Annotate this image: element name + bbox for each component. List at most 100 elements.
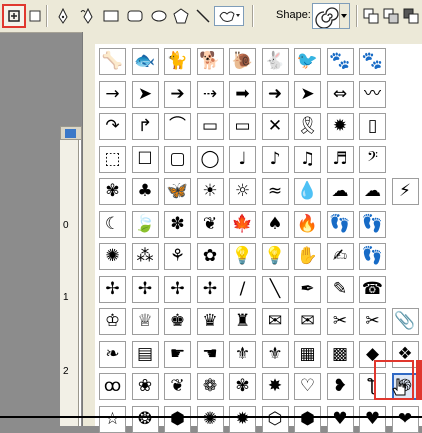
shape-fish[interactable]: 🐟 — [131, 48, 159, 75]
shape-scroll[interactable]: ▯ — [359, 113, 386, 140]
shape-arrow-line[interactable]: ➔ — [164, 80, 191, 108]
shape-crown-small[interactable]: ♔ — [99, 308, 126, 335]
shape-circle-stamp[interactable]: ❂ — [131, 405, 159, 433]
shape-paw-print[interactable]: 🐾 — [326, 48, 354, 75]
shape-banner[interactable]: ▭ — [196, 113, 224, 140]
shape-fern[interactable]: ✾ — [99, 178, 126, 205]
shape-lightbulb-on[interactable]: 💡 — [261, 243, 289, 270]
shape-telephone[interactable]: ☎ — [359, 275, 386, 303]
shape-vine[interactable]: ❦ — [164, 373, 191, 400]
shape-arrow-curved[interactable]: ↷ — [99, 113, 126, 140]
shape-raindrop[interactable]: 💧 — [294, 178, 321, 205]
shape-moon[interactable]: ☾ — [99, 210, 126, 238]
shape-sun-ornate[interactable]: ✺ — [196, 405, 224, 433]
shape-grass-tuft[interactable]: ✿ — [196, 243, 224, 270]
shape-pen-nib[interactable]: ✒ — [294, 275, 321, 303]
shape-seal[interactable]: ✹ — [326, 113, 354, 140]
shape-grass[interactable]: ⁂ — [131, 243, 159, 270]
shape-fire[interactable]: 🔥 — [294, 210, 321, 238]
shape-maple-leaf-thin[interactable]: ✽ — [164, 210, 191, 238]
shape-arrow-double[interactable]: ⇔ — [326, 80, 354, 108]
shape-paw-print-2[interactable]: 🐾 — [359, 48, 386, 75]
shape-waves[interactable]: ≈ — [261, 178, 289, 205]
shape-note-pair[interactable]: ♫ — [294, 145, 321, 173]
shape-wave-line[interactable]: 〰 — [359, 80, 386, 108]
shape-ornament-flourish[interactable]: ✾ — [229, 373, 256, 400]
shape-crown[interactable]: ♕ — [131, 308, 159, 335]
shape-cloud-blob[interactable]: ☁ — [326, 178, 354, 205]
shape-picker-dropdown[interactable] — [312, 3, 350, 29]
shape-floral-ornament[interactable]: ❀ — [131, 373, 159, 400]
shape-hand[interactable]: ✋ — [294, 243, 321, 270]
shape-king-crown[interactable]: ♚ — [164, 308, 191, 335]
custom-shape-tool-icon[interactable] — [214, 6, 244, 26]
shape-bird[interactable]: 🐦 — [294, 48, 321, 75]
shape-circle-badge[interactable]: ⬢ — [164, 405, 191, 433]
shape-note-beamed[interactable]: ♬ — [326, 145, 354, 173]
shape-flower-daisy[interactable]: ❁ — [196, 373, 224, 400]
shape-fleur-de-lis[interactable]: ⚜ — [229, 340, 256, 368]
shape-arrow-notched[interactable]: ➜ — [261, 80, 289, 108]
shape-arrow-thin[interactable]: → — [99, 80, 126, 108]
rectangle-tool-icon[interactable] — [102, 6, 120, 26]
add-to-area-icon[interactable] — [382, 6, 400, 26]
shape-rabbit[interactable]: 🐇 — [261, 48, 289, 75]
polygon-tool-icon[interactable] — [172, 6, 190, 26]
shape-lightning[interactable]: ⚡ — [391, 178, 419, 205]
shape-cloud[interactable]: ☁ — [359, 178, 386, 205]
shape-arrow-turn[interactable]: ↱ — [131, 113, 159, 140]
shape-banner-curved[interactable]: ⌒ — [164, 113, 191, 140]
shape-frame-circle[interactable]: ◯ — [196, 145, 224, 173]
shape-arrow-block[interactable]: ➡ — [229, 80, 256, 108]
pen-tool-icon[interactable] — [54, 6, 72, 26]
shape-scissors[interactable]: ✂ — [326, 308, 354, 335]
shape-shield[interactable]: ⬢ — [294, 405, 321, 433]
shape-brush[interactable]: ╲ — [261, 275, 289, 303]
shape-right-hand[interactable]: ✍ — [326, 243, 354, 270]
shape-puzzle-piece-4[interactable]: ✢ — [196, 275, 224, 303]
ellipse-tool-icon[interactable] — [150, 6, 168, 26]
shape-paperclip[interactable]: 📎 — [391, 308, 419, 335]
shape-diamond[interactable]: ❤ — [391, 405, 419, 433]
shape-pencil[interactable]: / — [229, 275, 256, 303]
shape-leaf[interactable]: 🍃 — [131, 210, 159, 238]
rounded-rectangle-tool-icon[interactable] — [126, 6, 144, 26]
shape-clover[interactable]: ♣ — [131, 178, 159, 205]
shape-clef-bass[interactable]: 𝄢 — [359, 145, 386, 173]
shape-tree[interactable]: ♠ — [261, 210, 289, 238]
shape-footprint[interactable]: 👣 — [326, 210, 354, 238]
shape-star[interactable]: ☆ — [99, 405, 126, 433]
line-tool-icon[interactable] — [194, 6, 212, 26]
shape-sun-burst[interactable]: ☀ — [196, 178, 224, 205]
shape-tile-pattern[interactable]: ▦ — [294, 340, 321, 368]
shape-grass-blade[interactable]: ⚘ — [164, 243, 191, 270]
shape-puzzle-piece[interactable]: ✢ — [99, 275, 126, 303]
shape-frame-stamp[interactable]: ⬚ — [99, 145, 126, 173]
shape-bone[interactable]: 🦴 — [99, 48, 126, 75]
shape-cat[interactable]: 🐈 — [164, 48, 191, 75]
shape-fleur-de-lis-2[interactable]: ⚜ — [261, 340, 289, 368]
shape-heart[interactable]: ♥ — [326, 405, 354, 433]
shape-ribbon[interactable]: ✕ — [261, 113, 289, 140]
shape-frame-ornate[interactable]: ▢ — [164, 145, 191, 173]
shape-dog[interactable]: 🐕 — [196, 48, 224, 75]
shape-tile-ornate[interactable]: ▩ — [326, 340, 354, 368]
shape-note-quarter[interactable]: ♪ — [261, 145, 289, 173]
shape-leaf-small[interactable]: ❦ — [196, 210, 224, 238]
shape-sun[interactable]: ☼ — [229, 178, 256, 205]
shape-heart-leaf[interactable]: ♡ — [294, 373, 321, 400]
chevron-down-icon[interactable] — [339, 4, 349, 28]
shape-arrow-pointer[interactable]: ➤ — [294, 80, 321, 108]
freeform-pen-icon[interactable] — [78, 6, 96, 26]
shape-crown-ornate[interactable]: ♛ — [196, 308, 224, 335]
shape-pencil-2[interactable]: ✎ — [326, 275, 354, 303]
shape-ornament-swirl[interactable]: ꝏ — [99, 373, 126, 400]
shape-hexagon[interactable]: ⬡ — [261, 405, 289, 433]
tool-preset-picker-icon[interactable] — [2, 4, 26, 28]
shape-heart-solid[interactable]: ♥ — [359, 405, 386, 433]
subtract-area-icon[interactable] — [402, 6, 420, 26]
shape-snail[interactable]: 🐌 — [229, 48, 256, 75]
shape-leaf-sprig[interactable]: ❧ — [99, 340, 126, 368]
shape-puzzle-piece-2[interactable]: ✢ — [131, 275, 159, 303]
shape-pointing-hand[interactable]: ☛ — [164, 340, 191, 368]
